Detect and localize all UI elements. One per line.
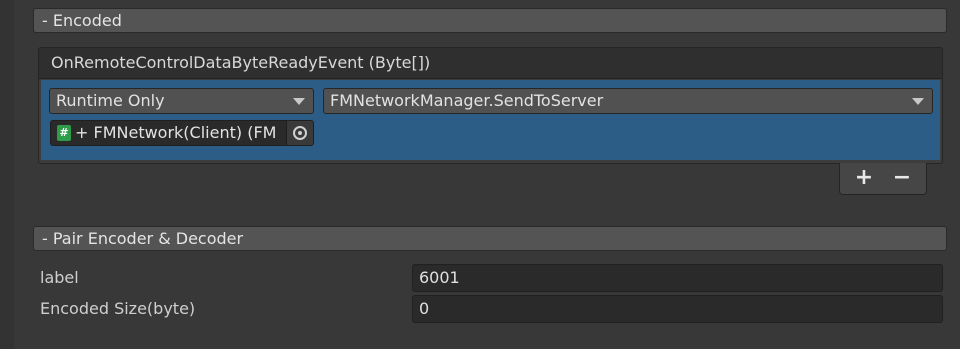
label-field-label: label (40, 268, 79, 287)
add-listener-button[interactable]: + (850, 167, 878, 189)
unity-event-list: OnRemoteControlDataByteReadyEvent (Byte[… (38, 47, 943, 164)
target-picker-dot (298, 131, 302, 135)
object-picker-button[interactable] (286, 121, 313, 145)
function-value: FMNetworkManager.SendToServer (330, 91, 604, 110)
target-object-label: + FMNetwork(Client) (FM (75, 123, 277, 142)
list-footer: + − (839, 163, 927, 195)
encoded-foldout-label: - Encoded (42, 11, 122, 30)
encoded-size-input[interactable]: 0 (412, 295, 943, 323)
event-listener-row[interactable]: Runtime Only FMNetworkManager.SendToServ… (41, 80, 940, 160)
chevron-down-icon (912, 98, 924, 105)
remove-listener-button[interactable]: − (888, 167, 916, 189)
encoded-foldout-header[interactable]: - Encoded (33, 8, 947, 33)
call-state-dropdown[interactable]: Runtime Only (49, 88, 314, 114)
call-state-value: Runtime Only (56, 91, 165, 110)
inspector-margin (0, 0, 14, 349)
chevron-down-icon (293, 98, 305, 105)
label-input[interactable]: 6001 (412, 264, 943, 292)
csharp-script-icon: # (57, 125, 71, 141)
event-title: OnRemoteControlDataByteReadyEvent (Byte[… (39, 48, 942, 79)
pair-foldout-header[interactable]: - Pair Encoder & Decoder (33, 226, 947, 251)
encoded-size-label: Encoded Size(byte) (40, 299, 196, 318)
function-dropdown[interactable]: FMNetworkManager.SendToServer (323, 88, 933, 114)
target-object-field[interactable]: # + FMNetwork(Client) (FM (50, 120, 314, 146)
inspector-panel: - Encoded OnRemoteControlDataByteReadyEv… (0, 0, 960, 349)
pair-foldout-label: - Pair Encoder & Decoder (42, 229, 244, 248)
